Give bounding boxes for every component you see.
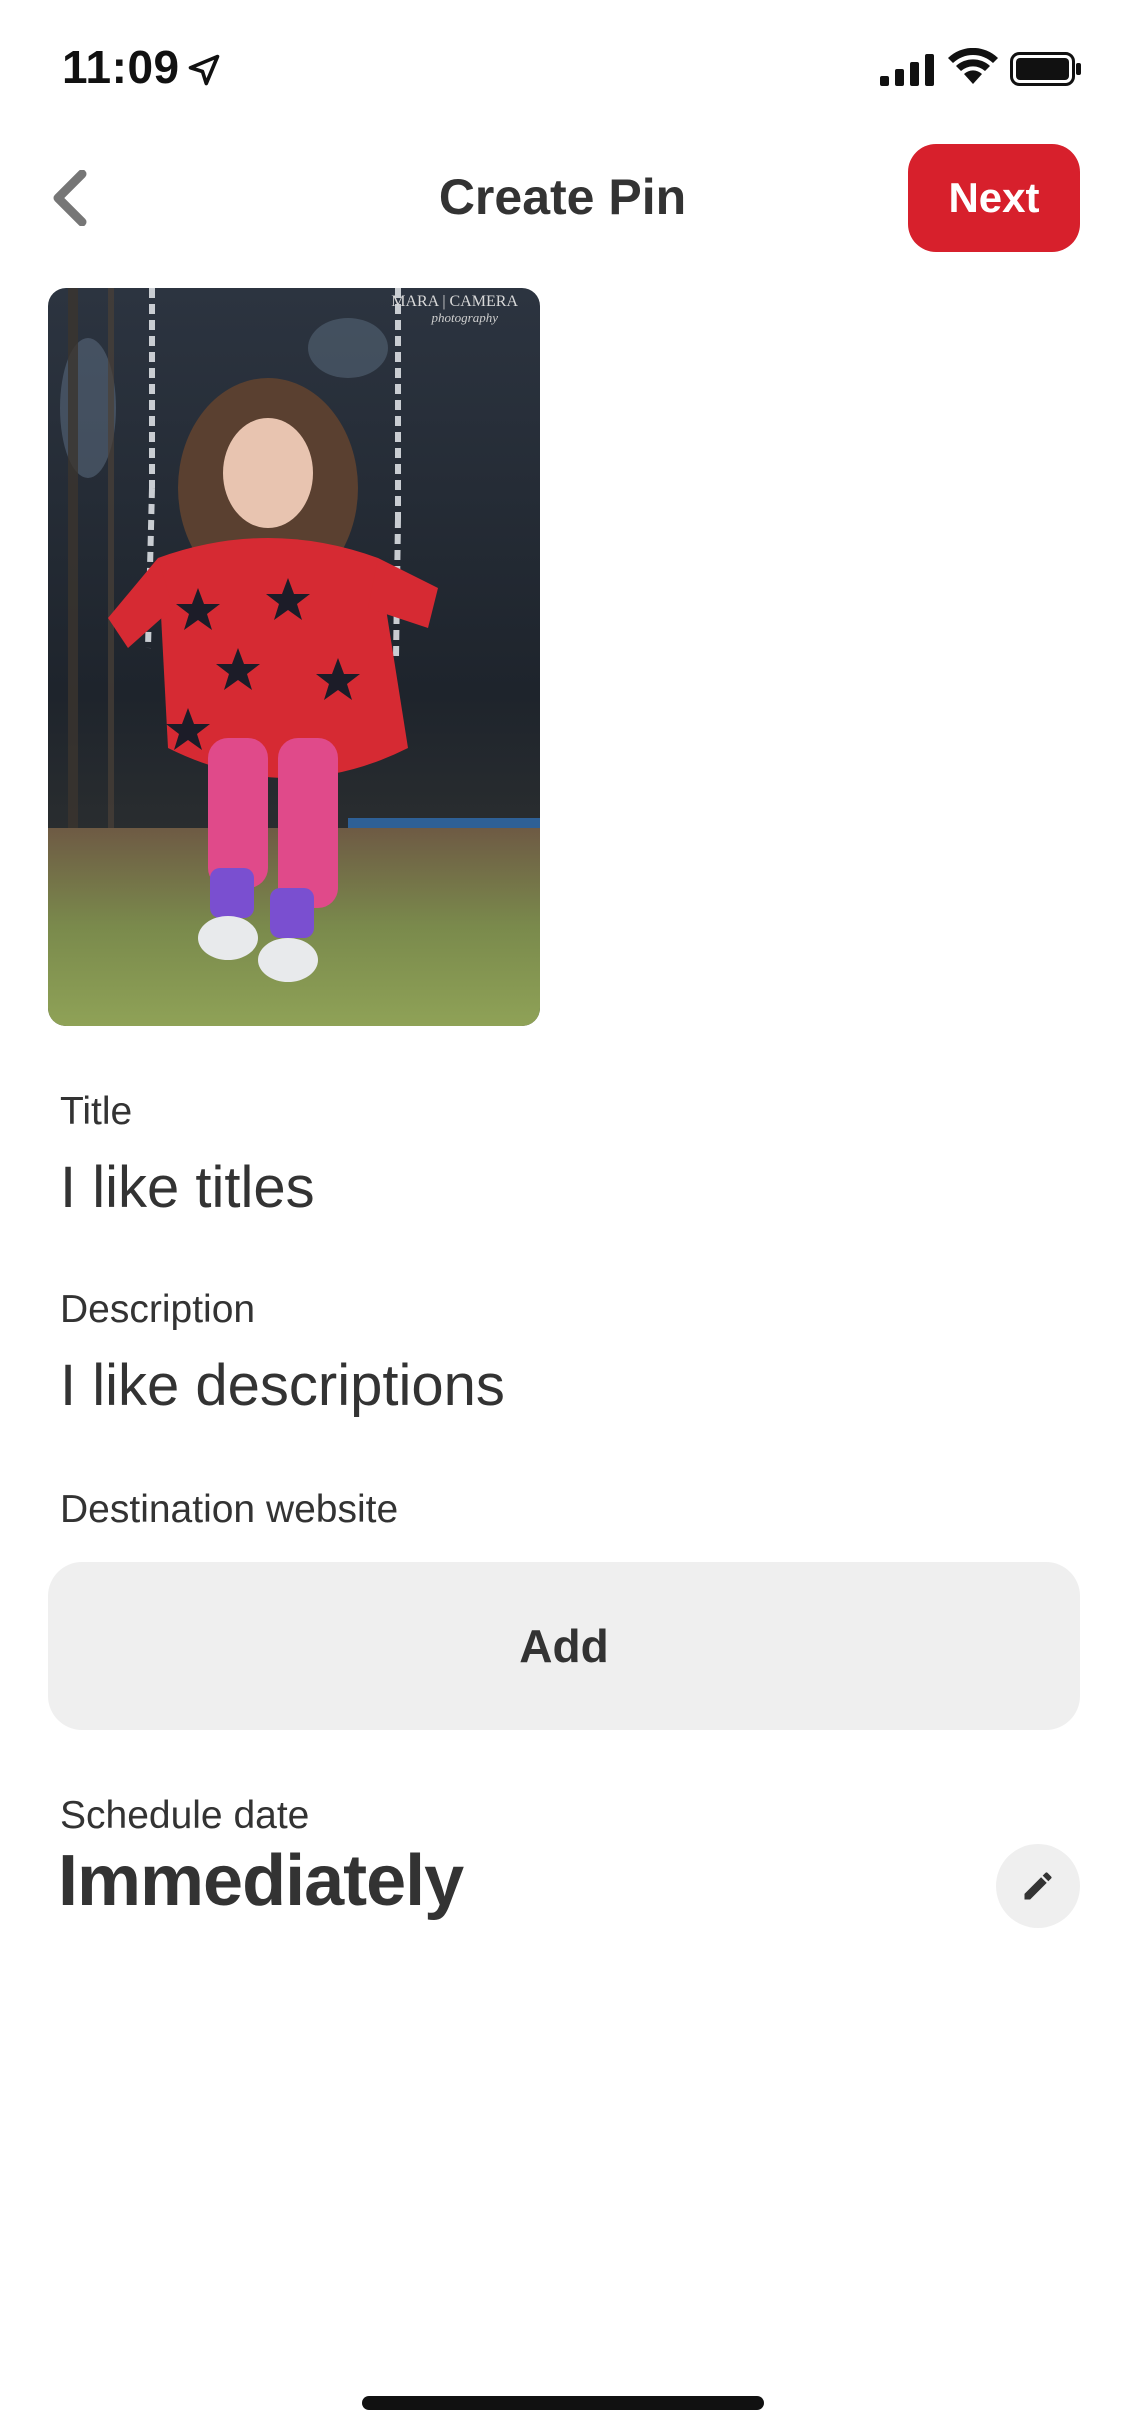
description-field[interactable]: I like descriptions (60, 1352, 505, 1419)
watermark-line1: MARA | CAMERA (391, 293, 518, 310)
pencil-icon (1024, 1872, 1052, 1900)
title-label: Title (60, 1090, 133, 1133)
description-label: Description (60, 1288, 256, 1331)
next-button[interactable]: Next (908, 144, 1080, 252)
wifi-icon (948, 48, 998, 84)
schedule-date-label: Schedule date (60, 1794, 310, 1837)
edit-schedule-button[interactable] (996, 1844, 1080, 1928)
title-field[interactable]: I like titles (60, 1154, 315, 1221)
status-time: 11:09 (62, 41, 180, 93)
schedule-date-value: Immediately (58, 1841, 464, 1921)
location-arrow-icon (188, 54, 220, 86)
destination-website-label: Destination website (60, 1488, 399, 1531)
pin-image: MARA | CAMERA photography (48, 288, 540, 1026)
home-indicator[interactable] (362, 2396, 764, 2410)
watermark-line2: photography (431, 310, 499, 325)
cellular-signal-icon (880, 54, 934, 86)
battery-icon (1010, 52, 1081, 86)
status-bar: 11:09 (0, 0, 1125, 132)
add-destination-button[interactable]: Add (48, 1562, 1080, 1730)
